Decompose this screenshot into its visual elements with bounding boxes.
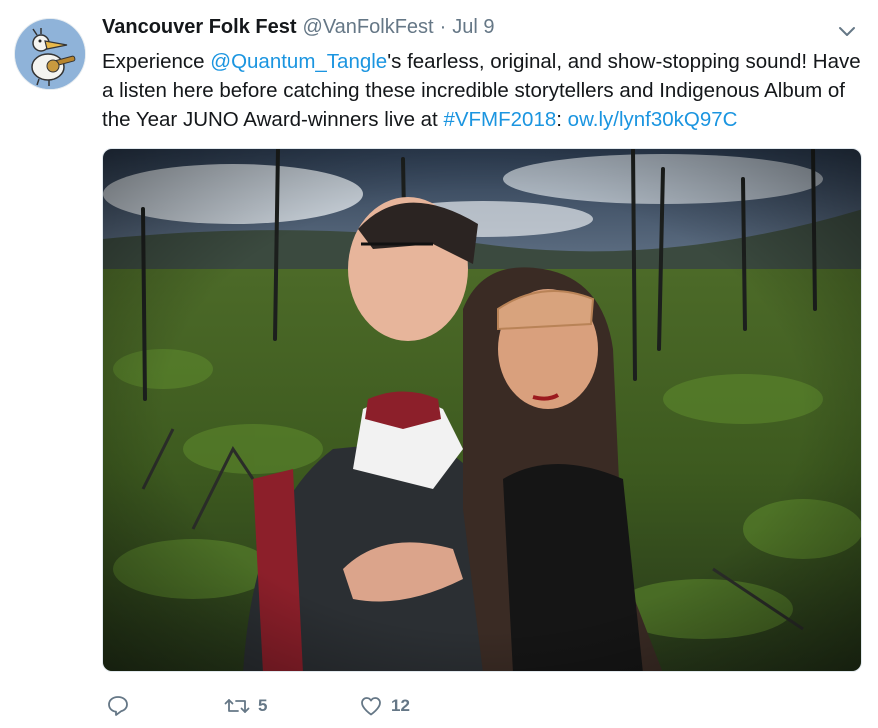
retweet-count: 5 bbox=[258, 696, 268, 715]
tweet-menu-button[interactable] bbox=[836, 20, 858, 42]
tweet[interactable]: Vancouver Folk Fest @VanFolkFest · Jul 9… bbox=[0, 0, 878, 728]
chevron-down-icon bbox=[839, 27, 855, 36]
tweet-text: Experience @Quantum_Tangle's fearless, o… bbox=[102, 47, 862, 134]
timestamp[interactable]: Jul 9 bbox=[452, 16, 494, 39]
avatar[interactable] bbox=[14, 18, 86, 90]
tweet-text-part: : bbox=[556, 108, 568, 131]
tweet-photo[interactable] bbox=[102, 148, 862, 672]
retweet-icon bbox=[224, 699, 250, 713]
mention-link[interactable]: @Quantum_Tangle bbox=[210, 50, 387, 73]
photo-two-performers-icon bbox=[103, 149, 861, 671]
hashtag-link[interactable]: #VFMF2018 bbox=[443, 108, 556, 131]
reply-button[interactable] bbox=[106, 694, 224, 718]
heart-icon bbox=[361, 697, 381, 716]
like-count: 12 bbox=[391, 696, 410, 715]
separator-dot: · bbox=[439, 16, 447, 38]
url-link[interactable]: ow.ly/lynf30kQ97C bbox=[568, 108, 738, 131]
retweet-button[interactable]: 5 bbox=[224, 694, 359, 718]
reply-icon bbox=[108, 696, 128, 716]
pelican-logo-icon bbox=[15, 19, 85, 89]
author-display-name[interactable]: Vancouver Folk Fest bbox=[102, 16, 297, 39]
tweet-actions: 5 12 bbox=[106, 694, 410, 718]
like-button[interactable]: 12 bbox=[359, 694, 410, 718]
tweet-text-part: Experience bbox=[102, 50, 211, 73]
author-handle[interactable]: @VanFolkFest bbox=[303, 16, 434, 39]
tweet-header: Vancouver Folk Fest @VanFolkFest · Jul 9 bbox=[102, 16, 495, 42]
